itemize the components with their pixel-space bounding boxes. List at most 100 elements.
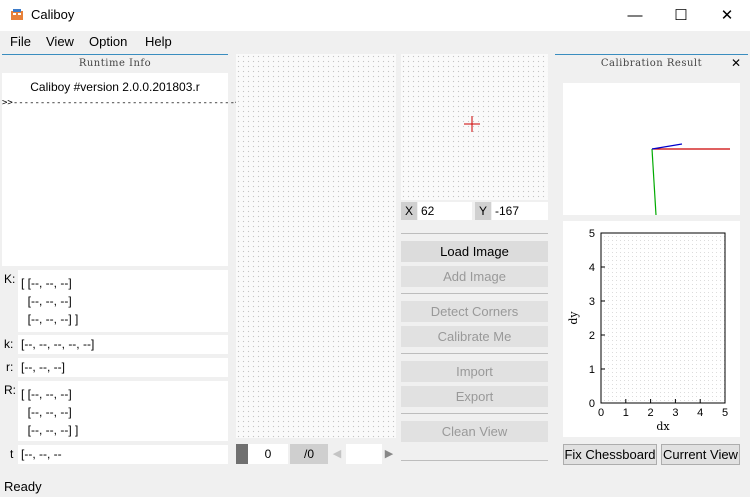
grid-dot	[680, 368, 681, 369]
grid-dot	[624, 308, 625, 309]
detect-corners-button[interactable]: Detect Corners	[401, 301, 548, 322]
grid-dot	[668, 244, 669, 245]
close-window-button[interactable]: ✕	[704, 0, 750, 31]
load-image-button[interactable]: Load Image	[401, 241, 548, 262]
grid-dot	[712, 360, 713, 361]
close-dock-icon[interactable]: ✕	[728, 55, 744, 72]
grid-dot	[700, 372, 701, 373]
grid-dot	[692, 288, 693, 289]
menu-file[interactable]: File	[10, 34, 31, 49]
grid-dot	[688, 368, 689, 369]
grid-dot	[696, 348, 697, 349]
r-vector-label: r:	[6, 360, 14, 374]
clean-view-button[interactable]: Clean View	[401, 421, 548, 442]
matrix-row: [--, --, --]	[21, 405, 72, 419]
grid-dot	[612, 344, 613, 345]
image-index-field[interactable]: 0	[248, 444, 288, 464]
grid-dot	[620, 240, 621, 241]
y-coord-value[interactable]: -167	[492, 202, 548, 220]
grid-dot	[636, 392, 637, 393]
grid-dot	[604, 336, 605, 337]
axes-3d-view[interactable]	[563, 83, 740, 215]
grid-dot	[624, 392, 625, 393]
grid-dot	[632, 396, 633, 397]
grid-dot	[664, 336, 665, 337]
grid-dot	[612, 384, 613, 385]
grid-dot	[636, 396, 637, 397]
grid-dot	[604, 240, 605, 241]
grid-dot	[668, 316, 669, 317]
grid-dot	[620, 396, 621, 397]
grid-dot	[612, 380, 613, 381]
grid-dot	[716, 372, 717, 373]
grid-dot	[652, 344, 653, 345]
current-view-button[interactable]: Current View	[661, 444, 740, 465]
grid-dot	[636, 284, 637, 285]
grid-dot	[720, 292, 721, 293]
export-button[interactable]: Export	[401, 386, 548, 407]
grid-dot	[656, 348, 657, 349]
grid-dot	[624, 368, 625, 369]
calibrate-me-button[interactable]: Calibrate Me	[401, 326, 548, 347]
grid-dot	[608, 244, 609, 245]
image-jump-field[interactable]	[346, 444, 382, 464]
grid-dot	[680, 284, 681, 285]
grid-dot	[716, 400, 717, 401]
runtime-info-title: Runtime Info	[2, 54, 228, 72]
menu-option[interactable]: Option	[89, 34, 127, 49]
import-button[interactable]: Import	[401, 361, 548, 382]
grid-dot	[664, 356, 665, 357]
grid-dot	[632, 240, 633, 241]
grid-dot	[696, 364, 697, 365]
grid-dot	[628, 376, 629, 377]
grid-dot	[620, 308, 621, 309]
grid-dot	[704, 380, 705, 381]
grid-dot	[692, 292, 693, 293]
grid-dot	[652, 392, 653, 393]
grid-dot	[656, 372, 657, 373]
fix-chessboard-button[interactable]: Fix Chessboard	[563, 444, 657, 465]
distortion-k-value: [--, --, --, --, --]	[18, 335, 228, 354]
calibration-result-label: Calibration Result	[600, 58, 703, 69]
grid-dot	[704, 340, 705, 341]
image-viewer[interactable]	[236, 54, 396, 438]
grid-dot	[680, 388, 681, 389]
grid-dot	[660, 336, 661, 337]
grid-dot	[688, 308, 689, 309]
x-tick-label: 0	[598, 407, 604, 419]
grid-dot	[704, 376, 705, 377]
grid-dot	[688, 240, 689, 241]
x-coord-value[interactable]: 62	[418, 202, 472, 220]
grid-dot	[716, 324, 717, 325]
grid-dot	[680, 296, 681, 297]
prev-image-icon[interactable]: ◀	[330, 444, 344, 464]
grid-dot	[648, 348, 649, 349]
grid-dot	[684, 268, 685, 269]
grid-dot	[696, 368, 697, 369]
menu-view[interactable]: View	[46, 34, 74, 49]
grid-dot	[716, 316, 717, 317]
grid-dot	[612, 324, 613, 325]
next-image-icon[interactable]: ▶	[382, 444, 396, 464]
grid-dot	[708, 292, 709, 293]
nav-handle[interactable]	[236, 444, 248, 464]
maximize-button[interactable]: ☐	[658, 0, 704, 31]
grid-dot	[628, 284, 629, 285]
zoom-preview	[401, 54, 548, 200]
grid-dot	[604, 272, 605, 273]
grid-dot	[604, 264, 605, 265]
grid-dot	[720, 268, 721, 269]
grid-dot	[692, 372, 693, 373]
image-navigator: 0 /0 ◀ ▶	[236, 444, 396, 464]
grid-dot	[660, 360, 661, 361]
grid-dot	[716, 260, 717, 261]
menu-help[interactable]: Help	[145, 34, 172, 49]
minimize-button[interactable]: —	[612, 0, 658, 31]
grid-dot	[620, 312, 621, 313]
grid-dot	[680, 400, 681, 401]
grid-dot	[716, 336, 717, 337]
grid-dot	[612, 272, 613, 273]
grid-dot	[680, 256, 681, 257]
add-image-button[interactable]: Add Image	[401, 266, 548, 287]
grid-dot	[664, 332, 665, 333]
